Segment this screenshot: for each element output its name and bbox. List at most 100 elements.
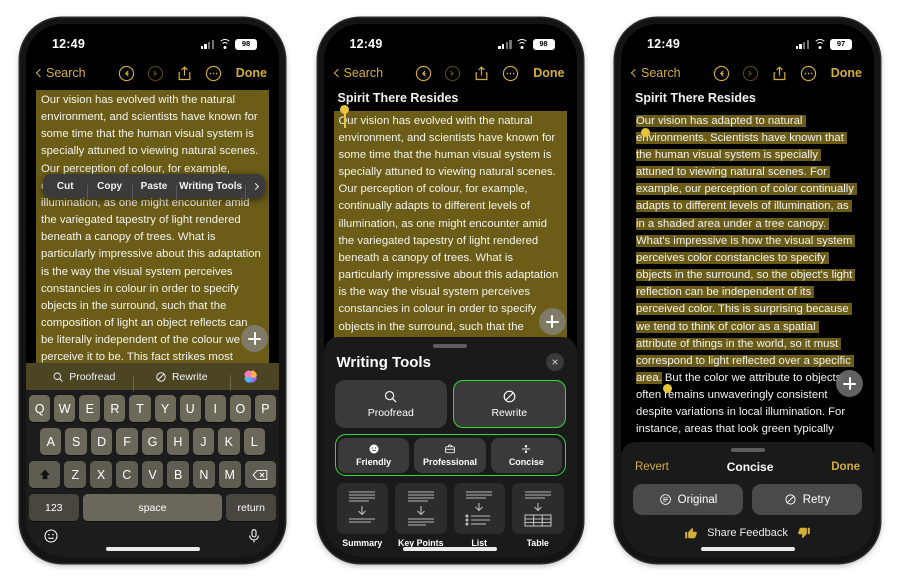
key-a[interactable]: A [40,428,62,455]
return-key[interactable]: return [226,494,276,521]
key-h[interactable]: H [167,428,189,455]
friendly-tone-button[interactable]: Friendly [338,437,410,473]
share-feedback-label: Share Feedback [707,527,788,539]
selection-start-handle[interactable] [641,128,650,137]
note-content[interactable]: Spirit There Resides Our vision has evol… [324,90,577,355]
more-menu-button[interactable] [245,181,265,200]
key-i[interactable]: I [204,395,226,422]
done-button[interactable]: Done [236,66,267,80]
professional-tone-button[interactable]: Professional [414,437,486,473]
list-button[interactable]: List [453,483,505,548]
key-n[interactable]: N [193,461,215,488]
numbers-key[interactable]: 123 [29,494,79,521]
key-q[interactable]: Q [29,395,51,422]
done-button[interactable]: Done [831,461,860,473]
emoji-smiley-icon[interactable] [43,528,59,549]
note-content[interactable]: Our vision has evolved with the natural … [26,90,279,369]
apple-intelligence-icon[interactable] [230,370,270,391]
key-j[interactable]: J [192,428,215,455]
rewrite-label: Rewrite [171,370,208,383]
share-icon[interactable] [768,62,790,84]
key-p[interactable]: P [254,395,276,422]
share-icon[interactable] [173,62,195,84]
key-u[interactable]: U [179,395,201,422]
backspace-icon[interactable] [244,461,276,488]
undo-icon[interactable] [413,62,435,84]
original-button[interactable]: Original [633,484,743,515]
note-body-text[interactable]: Our vision has evolved with the natural … [333,110,567,355]
add-attachment-button[interactable] [241,325,268,352]
back-to-search-button[interactable]: Search [332,66,383,80]
battery-icon: 98 [532,38,555,50]
key-m[interactable]: M [218,461,241,488]
key-w[interactable]: W [54,395,76,422]
copy-menu-item[interactable]: Copy [87,181,131,200]
key-c[interactable]: C [115,461,138,488]
selection-start-handle[interactable] [339,105,349,114]
home-indicator [700,547,795,551]
thumbs-down-icon[interactable] [797,526,811,540]
shift-up-icon[interactable] [29,461,61,488]
proofread-suggestion-button[interactable]: Proofread [35,371,133,383]
key-g[interactable]: G [141,428,164,455]
key-s[interactable]: S [65,428,87,455]
more-icon[interactable] [202,62,224,84]
selection-end-handle[interactable] [663,384,672,393]
redo-icon[interactable] [144,62,166,84]
redo-icon[interactable] [739,62,761,84]
done-button[interactable]: Done [533,66,564,80]
done-button[interactable]: Done [831,66,862,80]
key-t[interactable]: T [129,395,151,422]
key-d[interactable]: D [90,428,113,455]
proofread-button[interactable]: Proofread [334,380,447,428]
table-button[interactable]: Table [512,483,564,548]
space-key[interactable]: space [82,494,223,521]
key-z[interactable]: Z [64,461,87,488]
add-attachment-button[interactable] [538,308,566,335]
share-icon[interactable] [471,62,493,84]
key-e[interactable]: E [79,395,101,422]
key-x[interactable]: X [90,461,112,488]
rewrite-suggestion-button[interactable]: Rewrite [132,370,231,392]
revert-button[interactable]: Revert [635,461,669,473]
concise-tone-button[interactable]: Concise [490,437,562,473]
key-r[interactable]: R [104,395,126,422]
sheet-grabber[interactable] [433,344,467,348]
more-icon[interactable] [797,62,819,84]
key-y[interactable]: Y [154,395,176,422]
key-k[interactable]: K [218,428,240,455]
redo-icon[interactable] [442,62,464,84]
thumbs-up-icon[interactable] [684,526,698,540]
microphone-icon[interactable] [246,528,262,549]
keyboard-row-2: A S D F G H J K L [29,428,276,455]
key-b[interactable]: B [167,461,190,488]
retry-button[interactable]: Retry [752,484,862,515]
sheet-grabber[interactable] [730,448,765,452]
cellular-signal-icon [200,39,214,49]
key-l[interactable]: L [243,428,265,455]
key-f[interactable]: F [116,428,138,455]
close-icon[interactable] [545,353,564,371]
writing-tools-menu-item[interactable]: Writing Tools [176,181,245,200]
key-points-button[interactable]: Key Points [395,483,447,548]
wifi-icon [218,39,231,49]
note-title[interactable]: Spirit There Resides [334,90,567,111]
note-title[interactable]: Spirit There Resides [631,90,864,111]
rewrite-button[interactable]: Rewrite [453,380,566,428]
status-indicators: 97 [795,38,852,50]
note-body-text[interactable]: Our vision has evolved with the natural … [36,90,269,369]
friendly-label: Friendly [356,457,392,467]
undo-icon[interactable] [115,62,137,84]
paste-menu-item[interactable]: Paste [131,181,176,200]
share-feedback-row: Share Feedback [633,526,862,549]
more-icon[interactable] [500,62,522,84]
back-to-search-button[interactable]: Search [629,66,681,80]
cut-menu-item[interactable]: Cut [43,181,87,192]
wifi-icon [813,39,826,49]
summary-button[interactable]: Summary [336,483,388,548]
undo-icon[interactable] [710,62,732,84]
key-o[interactable]: O [229,395,251,422]
add-attachment-button[interactable] [836,370,863,397]
key-v[interactable]: V [141,461,164,488]
back-to-search-button[interactable]: Search [34,66,86,80]
